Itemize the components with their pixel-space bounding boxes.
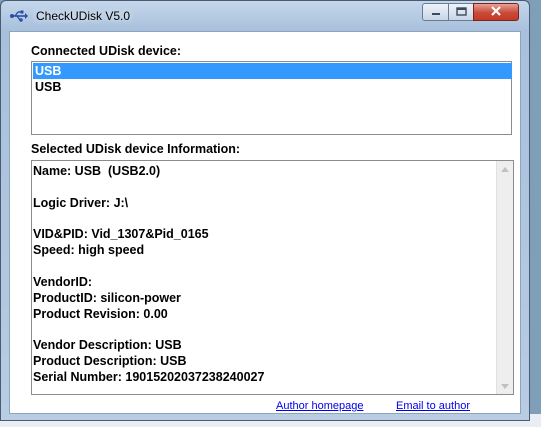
info-product-desc: Product Description: USB [33,354,187,368]
main-panel: Connected UDisk device: USB USB Selected… [9,31,521,414]
info-label: Selected UDisk device Information: [31,142,241,156]
usb-icon [10,9,28,23]
email-author-link[interactable]: Email to author [396,400,470,412]
minimize-icon [431,3,441,21]
window-title: CheckUDisk V5.0 [36,9,131,23]
info-scrollbar[interactable] [496,161,513,394]
scroll-down-icon[interactable] [500,381,510,391]
device-list-item[interactable]: USB [33,63,512,79]
info-speed: Speed: high speed [33,243,145,257]
author-homepage-link[interactable]: Author homepage [276,400,363,412]
close-button[interactable] [473,3,519,21]
info-serial-number: Serial Number: 19015202037238240027 [33,370,265,384]
checkudisk-window: CheckUDisk V5.0 Connected UDisk device: … [0,0,530,421]
info-vid-pid: VID&PID: Vid_1307&Pid_0165 [33,227,209,241]
minimize-button[interactable] [422,3,449,21]
info-name: Name: USB (USB2.0) [33,164,161,178]
scroll-up-icon[interactable] [500,164,510,174]
device-list[interactable]: USB USB [31,61,512,135]
close-icon [490,3,502,21]
maximize-icon [455,3,467,21]
title-bar[interactable]: CheckUDisk V5.0 [1,1,529,31]
info-product-id: ProductID: silicon-power [33,291,181,305]
info-vendor-desc: Vendor Description: USB [33,338,182,352]
device-list-item[interactable]: USB [33,79,512,95]
info-product-rev: Product Revision: 0.00 [33,307,168,321]
devices-label: Connected UDisk device: [31,44,182,58]
info-vendor-id: VendorID: [33,275,93,289]
device-info-textbox[interactable]: Name: USB (USB2.0) Logic Driver: J:\ VID… [31,160,514,395]
maximize-button[interactable] [448,3,474,21]
info-logic-driver: Logic Driver: J:\ [33,196,129,210]
